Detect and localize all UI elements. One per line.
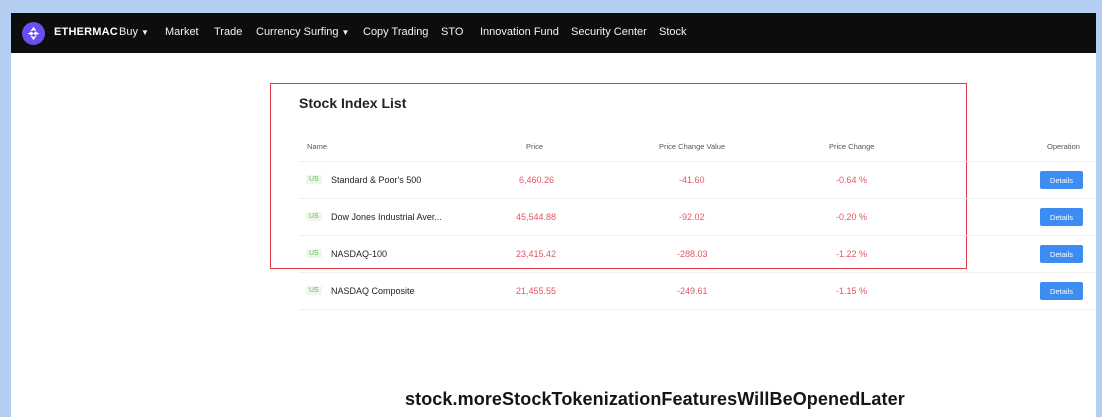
price-change-value: -288.03 [677, 249, 708, 259]
details-button[interactable]: Details [1040, 282, 1083, 300]
row-divider [299, 272, 1095, 273]
stock-name[interactable]: NASDAQ Composite [331, 286, 415, 296]
details-button[interactable]: Details [1040, 208, 1083, 226]
price-change-percent: -0.64 % [836, 175, 868, 185]
top-navbar: ETHERMAC Buy ▼ Market Trade Currency Surf… [11, 13, 1096, 53]
market-tag: US [306, 212, 322, 221]
price-change-percent: -1.15 % [836, 286, 868, 296]
details-button[interactable]: Details [1040, 171, 1083, 189]
ethermac-logo-icon[interactable] [22, 22, 45, 45]
price-change-value: -249.61 [677, 286, 708, 296]
price-change-percent: -1.22 % [836, 249, 868, 259]
stock-name[interactable]: Dow Jones Industrial Aver... [331, 212, 442, 222]
row-divider [299, 161, 1095, 162]
page-title: Stock Index List [299, 95, 407, 111]
column-header-name: Name [307, 142, 328, 151]
nav-item-buy[interactable]: Buy ▼ [119, 26, 149, 38]
nav-item-market[interactable]: Market [165, 26, 199, 38]
chevron-down-icon: ▼ [341, 28, 350, 37]
nav-item-security-center[interactable]: Security Center [571, 26, 647, 38]
details-button[interactable]: Details [1040, 245, 1083, 263]
market-tag: US [306, 286, 322, 295]
nav-item-stock[interactable]: Stock [659, 26, 687, 38]
footer-message: stock.moreStockTokenizationFeaturesWillB… [405, 389, 905, 409]
stock-price: 45,544.88 [516, 212, 557, 222]
column-header-price-change: Price Change [829, 142, 875, 151]
nav-item-trade[interactable]: Trade [214, 26, 242, 38]
price-change-percent: -0.20 % [836, 212, 868, 222]
row-divider [299, 235, 1095, 236]
market-tag: US [306, 175, 322, 184]
column-header-operation: Operation [1047, 142, 1080, 151]
nav-item-innovation-fund[interactable]: Innovation Fund [480, 26, 559, 38]
stock-name[interactable]: Standard & Poor's 500 [331, 175, 421, 185]
nav-label: Currency Surfing [256, 26, 339, 38]
row-divider [299, 198, 1095, 199]
stock-name[interactable]: NASDAQ-100 [331, 249, 387, 259]
page: ETHERMAC Buy ▼ Market Trade Currency Surf… [11, 13, 1096, 417]
column-header-price: Price [526, 142, 544, 151]
nav-item-currency-surfing[interactable]: Currency Surfing ▼ [256, 26, 349, 38]
chevron-down-icon: ▼ [140, 28, 149, 37]
row-divider [299, 309, 1095, 310]
stock-price: 23,415.42 [516, 249, 557, 259]
column-header-price-change-value: Price Change Value [659, 142, 726, 151]
stock-price: 6,460.26 [519, 175, 555, 185]
brand-name[interactable]: ETHERMAC [54, 26, 118, 38]
market-tag: US [306, 249, 322, 258]
price-change-value: -92.02 [679, 212, 705, 222]
price-change-value: -41.60 [679, 175, 705, 185]
nav-item-sto[interactable]: STO [441, 26, 463, 38]
nav-item-copy-trading[interactable]: Copy Trading [363, 26, 428, 38]
nav-label: Buy [119, 26, 138, 38]
stock-price: 21,455.55 [516, 286, 557, 296]
